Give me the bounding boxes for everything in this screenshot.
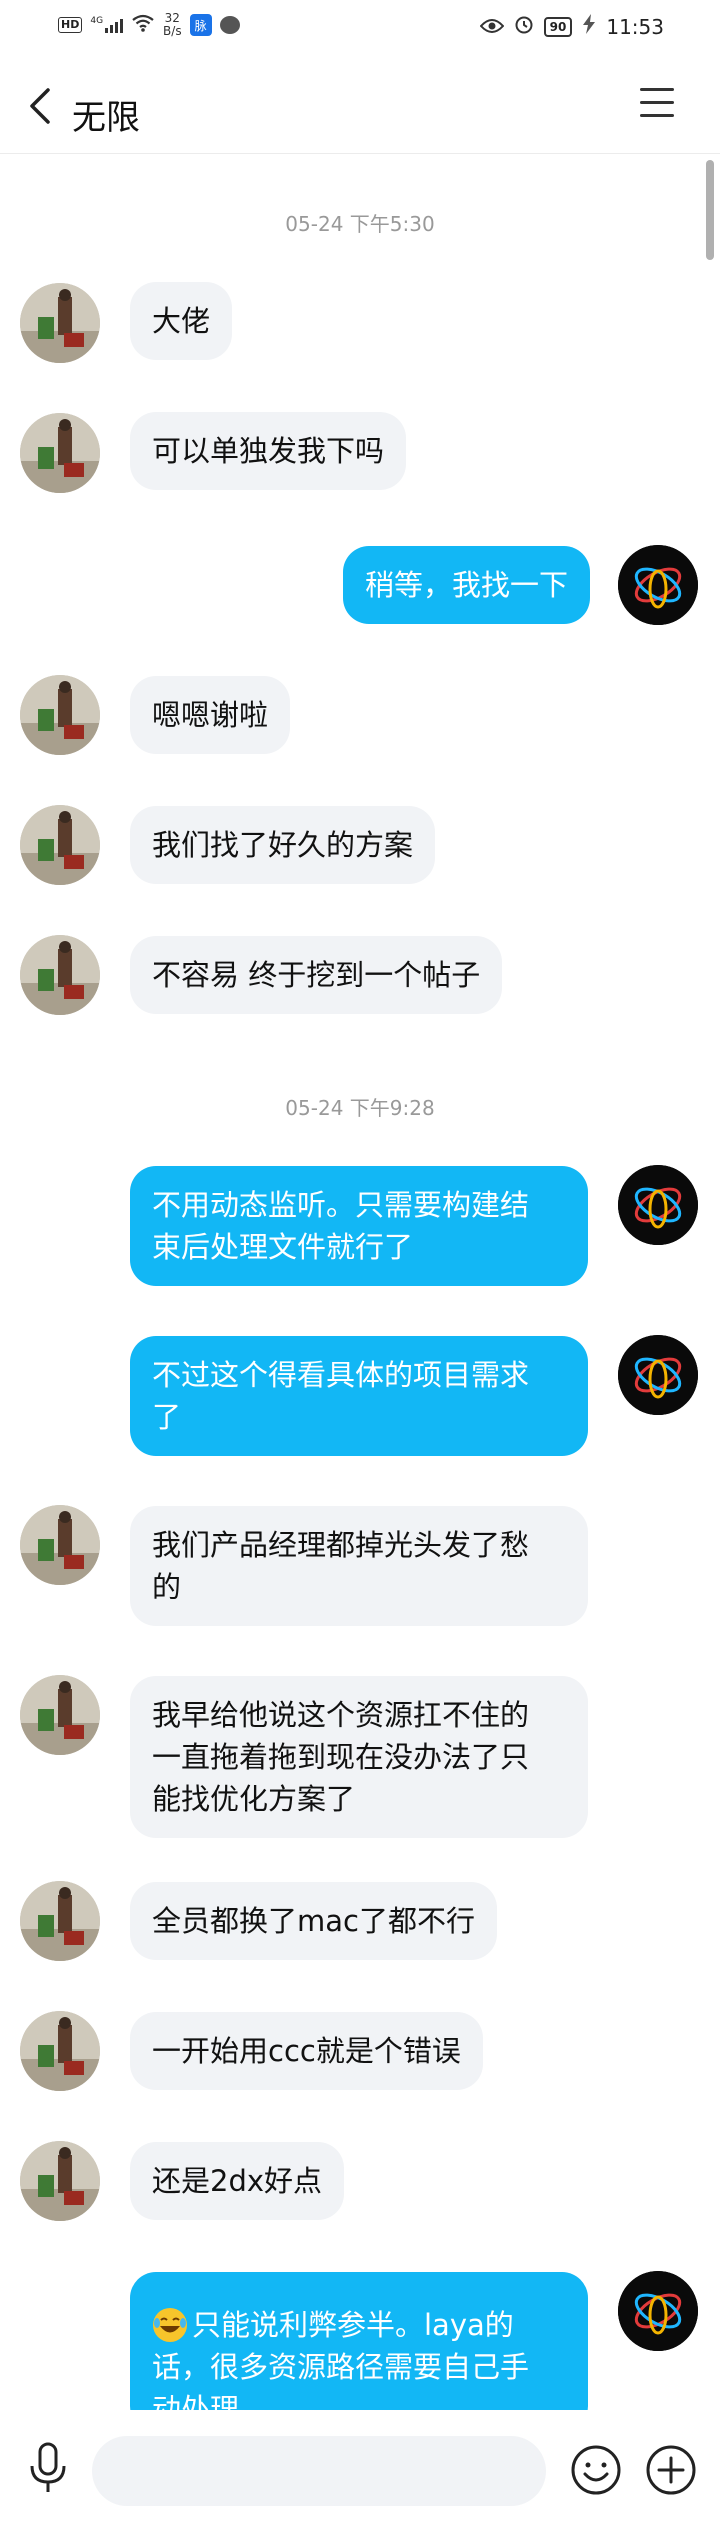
my-avatar[interactable]	[618, 1335, 698, 1415]
input-bar	[0, 2410, 720, 2532]
contact-avatar[interactable]	[20, 1505, 100, 1585]
contact-avatar[interactable]	[20, 2011, 100, 2091]
hamburger-icon	[640, 88, 674, 91]
message-bubble-received[interactable]: 全员都换了mac了都不行	[130, 1882, 497, 1960]
contact-avatar[interactable]	[20, 805, 100, 885]
message-bubble-received[interactable]: 我们产品经理都掉光头发了愁 的	[130, 1506, 588, 1626]
plus-circle-icon	[646, 2445, 696, 2495]
message-bubble-received[interactable]: 嗯嗯谢啦	[130, 676, 291, 754]
microphone-icon	[30, 2442, 66, 2492]
message-bubble-sent[interactable]: 不用动态监听。只需要构建结 束后处理文件就行了	[130, 1166, 588, 1286]
my-avatar[interactable]	[618, 2271, 698, 2351]
charging-icon	[582, 14, 596, 39]
message-bubble-received[interactable]: 大佬	[130, 282, 233, 360]
menu-button[interactable]	[640, 88, 674, 120]
contact-avatar[interactable]	[20, 1881, 100, 1961]
network-speed: 32 B/s	[163, 11, 182, 38]
contact-avatar[interactable]	[20, 1675, 100, 1755]
timestamp: 05-24 下午5:30	[285, 212, 435, 236]
contact-avatar[interactable]	[20, 935, 100, 1015]
timestamp: 05-24 下午9:28	[285, 1096, 435, 1120]
message-bubble-sent[interactable]: 稍等，我找一下	[342, 546, 590, 624]
contact-avatar[interactable]	[20, 675, 100, 755]
contact-avatar[interactable]	[20, 2141, 100, 2221]
contact-avatar[interactable]	[20, 413, 100, 493]
message-bubble-sent[interactable]: 只能说利弊参半。laya的 话，很多资源路径需要自己手 动处理	[130, 2272, 588, 2432]
message-bubble-received[interactable]: 可以单独发我下吗	[130, 412, 407, 490]
chevron-left-icon	[30, 88, 50, 124]
message-bubble-received[interactable]: 一开始用ccc就是个错误	[130, 2012, 483, 2090]
message-bubble-received[interactable]: 我早给他说这个资源扛不住的 一直拖着拖到现在没办法了只 能找优化方案了	[130, 1676, 588, 1838]
message-bubble-received[interactable]: 不容易 终于挖到一个帖子	[130, 936, 503, 1014]
hd-badge: HD	[58, 17, 83, 33]
voice-button[interactable]	[28, 2442, 68, 2496]
my-avatar[interactable]	[618, 545, 698, 625]
battery-indicator: 90	[543, 16, 573, 37]
app-notification-icon: 脉	[189, 14, 212, 36]
clock-time: 11:53	[606, 14, 664, 39]
message-notification-icon	[219, 16, 240, 34]
wifi-icon	[131, 14, 155, 36]
chat-header: 无限	[0, 62, 720, 154]
chat-title: 无限	[72, 98, 140, 138]
contact-avatar[interactable]	[20, 283, 100, 363]
status-bar: HD 4G 32 B/s 脉 90 11:53	[0, 0, 720, 56]
emoji-button[interactable]	[570, 2444, 622, 2496]
message-bubble-received[interactable]: 我们找了好久的方案	[130, 806, 436, 884]
laughing-emoji-icon	[152, 2307, 188, 2343]
smiley-icon	[571, 2445, 621, 2495]
alarm-icon	[514, 14, 534, 39]
message-input[interactable]	[92, 2436, 546, 2506]
message-bubble-sent[interactable]: 不过这个得看具体的项目需求 了	[130, 1336, 588, 1456]
eye-icon	[479, 15, 505, 39]
more-button[interactable]	[645, 2444, 697, 2496]
signal-icon: 4G	[90, 17, 124, 33]
back-button[interactable]	[22, 84, 62, 128]
message-bubble-received[interactable]: 还是2dx好点	[130, 2142, 345, 2220]
my-avatar[interactable]	[618, 1165, 698, 1245]
